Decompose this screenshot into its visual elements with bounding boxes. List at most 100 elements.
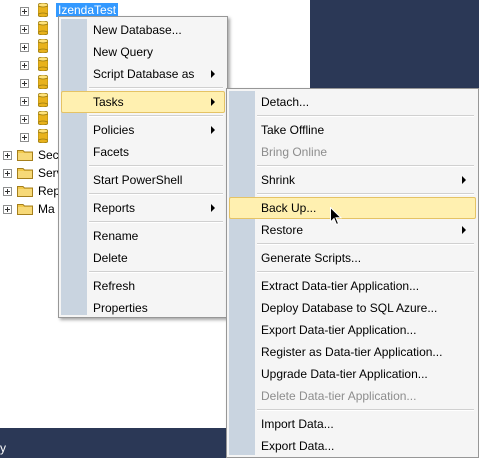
expand-plus-icon[interactable]	[3, 169, 12, 178]
database-icon	[38, 93, 48, 107]
tree-node-label[interactable]: IzendaTest	[56, 3, 119, 17]
tree-node-label[interactable]: Rep	[38, 184, 60, 198]
expand-plus-icon[interactable]	[20, 25, 29, 34]
database-context-menu: New Database... New Query Script Databas…	[58, 16, 228, 318]
menu-item-label: Rename	[93, 229, 139, 243]
expand-plus-icon[interactable]	[3, 151, 12, 160]
expand-plus-icon[interactable]	[20, 61, 29, 70]
menu-separator	[89, 165, 223, 167]
menu-item-label: Shrink	[261, 173, 296, 187]
menu-item-policies[interactable]: Policies	[61, 119, 225, 141]
submenu-arrow-icon	[211, 126, 215, 134]
menu-item-new-query[interactable]: New Query	[61, 41, 225, 63]
submenu-arrow-icon	[462, 226, 466, 234]
menu-item-label: Script Database as	[93, 67, 195, 81]
menu-item-label: Back Up...	[261, 201, 317, 215]
menu-item-extract-data-tier-application[interactable]: Extract Data-tier Application...	[229, 275, 476, 297]
folder-icon	[17, 204, 33, 215]
expand-plus-icon[interactable]	[20, 115, 29, 124]
tree-node-label[interactable]: Sec	[38, 148, 59, 162]
submenu-arrow-icon	[211, 98, 215, 106]
expand-plus-icon[interactable]	[20, 133, 29, 142]
expand-plus-icon[interactable]	[20, 97, 29, 106]
menu-separator	[89, 271, 223, 273]
menu-item-back-up[interactable]: Back Up...	[229, 197, 476, 219]
menu-item-register-as-data-tier-application[interactable]: Register as Data-tier Application...	[229, 341, 476, 363]
menu-item-upgrade-data-tier-application[interactable]: Upgrade Data-tier Application...	[229, 363, 476, 385]
menu-item-import-data[interactable]: Import Data...	[229, 413, 476, 435]
menu-item-label: Restore	[261, 223, 304, 237]
menu-item-new-database[interactable]: New Database...	[61, 19, 225, 41]
menu-item-label: Export Data-tier Application...	[261, 323, 417, 337]
submenu-arrow-icon	[462, 176, 466, 184]
menu-separator	[257, 243, 474, 245]
expand-plus-icon[interactable]	[3, 187, 12, 196]
submenu-arrow-icon	[211, 204, 215, 212]
menu-item-label: Tasks	[93, 95, 124, 109]
menu-item-script-database-as[interactable]: Script Database as	[61, 63, 225, 85]
menu-separator	[257, 193, 474, 195]
menu-item-label: Start PowerShell	[93, 173, 183, 187]
menu-item-shrink[interactable]: Shrink	[229, 169, 476, 191]
expand-plus-icon[interactable]	[20, 7, 29, 16]
menu-item-label: New Query	[93, 45, 154, 59]
menu-item-label: Detach...	[261, 95, 310, 109]
status-text: y	[0, 441, 6, 455]
menu-item-label: Extract Data-tier Application...	[261, 279, 420, 293]
menu-item-label: Generate Scripts...	[261, 251, 362, 265]
folder-icon	[17, 168, 33, 179]
menu-item-refresh[interactable]: Refresh	[61, 275, 225, 297]
menu-item-label: Reports	[93, 201, 136, 215]
menu-item-export-data[interactable]: Export Data...	[229, 435, 476, 457]
menu-separator	[89, 193, 223, 195]
menu-item-facets[interactable]: Facets	[61, 141, 225, 163]
menu-item-rename[interactable]: Rename	[61, 225, 225, 247]
menu-separator	[89, 87, 223, 89]
menu-item-label: Deploy Database to SQL Azure...	[261, 301, 438, 315]
database-icon	[38, 129, 48, 143]
menu-item-properties[interactable]: Properties	[61, 297, 225, 319]
menu-item-tasks[interactable]: Tasks	[61, 91, 225, 113]
menu-item-delete[interactable]: Delete	[61, 247, 225, 269]
expand-plus-icon[interactable]	[20, 43, 29, 52]
expand-plus-icon[interactable]	[20, 79, 29, 88]
menu-separator	[257, 115, 474, 117]
menu-item-detach[interactable]: Detach...	[229, 91, 476, 113]
menu-item-export-data-tier-application[interactable]: Export Data-tier Application...	[229, 319, 476, 341]
menu-item-label: Bring Online	[261, 145, 328, 159]
menu-item-bring-online: Bring Online	[229, 141, 476, 163]
menu-item-start-powershell[interactable]: Start PowerShell	[61, 169, 225, 191]
expand-plus-icon[interactable]	[3, 205, 12, 214]
database-icon	[38, 3, 48, 17]
menu-item-label: Refresh	[93, 279, 136, 293]
tasks-submenu: Detach... Take Offline Bring Online Shri…	[226, 88, 479, 458]
menu-item-label: New Database...	[93, 23, 182, 37]
menu-separator	[257, 409, 474, 411]
menu-item-restore[interactable]: Restore	[229, 219, 476, 241]
menu-item-take-offline[interactable]: Take Offline	[229, 119, 476, 141]
menu-separator	[89, 115, 223, 117]
menu-item-label: Delete Data-tier Application...	[261, 389, 417, 403]
menu-item-deploy-database-to-sql-azure[interactable]: Deploy Database to SQL Azure...	[229, 297, 476, 319]
menu-separator	[257, 165, 474, 167]
folder-icon	[17, 150, 33, 161]
menu-item-label: Take Offline	[261, 123, 325, 137]
submenu-arrow-icon	[211, 70, 215, 78]
database-icon	[38, 39, 48, 53]
menu-item-reports[interactable]: Reports	[61, 197, 225, 219]
database-icon	[38, 57, 48, 71]
menu-separator	[89, 221, 223, 223]
tree-node-label[interactable]: Ma	[38, 202, 55, 216]
menu-item-label: Policies	[93, 123, 135, 137]
folder-icon	[17, 186, 33, 197]
menu-item-label: Delete	[93, 251, 128, 265]
database-icon	[38, 75, 48, 89]
menu-item-label: Facets	[93, 145, 130, 159]
menu-item-generate-scripts[interactable]: Generate Scripts...	[229, 247, 476, 269]
database-icon	[38, 21, 48, 35]
menu-separator	[257, 271, 474, 273]
menu-item-label: Export Data...	[261, 439, 335, 453]
database-icon	[38, 111, 48, 125]
menu-item-label: Import Data...	[261, 417, 334, 431]
menu-item-label: Register as Data-tier Application...	[261, 345, 443, 359]
